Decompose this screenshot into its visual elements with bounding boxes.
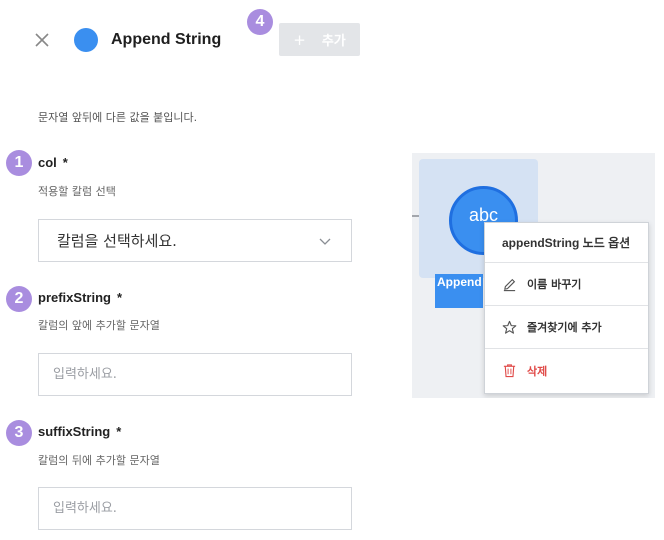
node-color-dot	[74, 28, 98, 52]
node-name-label: Append	[435, 274, 483, 308]
menu-item-favorite[interactable]: 즐겨찾기에 추가	[485, 306, 648, 349]
step-badge-2: 2	[6, 286, 32, 312]
step-badge-1: 1	[6, 150, 32, 176]
prefix-field-label: prefixString *	[38, 290, 122, 306]
col-select[interactable]: 칼럼을 선택하세요.	[38, 219, 352, 262]
add-button[interactable]: + 추가	[279, 23, 360, 56]
menu-item-rename[interactable]: 이름 바꾸기	[485, 263, 648, 306]
context-menu-title: appendString 노드 옵션	[485, 223, 648, 263]
pencil-icon	[503, 278, 516, 291]
col-field-label: col *	[38, 155, 68, 171]
close-icon[interactable]	[32, 30, 52, 50]
prefix-input[interactable]	[38, 353, 352, 396]
suffix-field-help: 칼럼의 뒤에 추가할 문자열	[38, 454, 160, 467]
menu-item-delete[interactable]: 삭제	[485, 349, 648, 392]
required-mark: *	[116, 290, 123, 305]
plus-icon: +	[293, 30, 306, 49]
chevron-down-icon	[319, 238, 331, 245]
page-title: Append String	[111, 31, 222, 48]
suffix-field-label: suffixString *	[38, 424, 121, 440]
step-badge-4: 4	[247, 9, 273, 35]
menu-item-label: 삭제	[527, 364, 548, 378]
prefix-field-help: 칼럼의 앞에 추가할 문자열	[38, 319, 160, 332]
col-field-help: 적용할 칼럼 선택	[38, 185, 116, 198]
node-context-menu: appendString 노드 옵션 이름 바꾸기 즐겨찾기에 추가 삭제	[484, 222, 649, 394]
step-badge-3: 3	[6, 420, 32, 446]
menu-item-label: 즐겨찾기에 추가	[527, 321, 602, 334]
suffix-input[interactable]	[38, 487, 352, 530]
trash-icon	[503, 364, 516, 378]
prefix-label-text: prefixString	[38, 290, 111, 305]
required-mark: *	[116, 424, 122, 439]
col-label-text: col	[38, 155, 57, 170]
star-icon	[502, 320, 517, 334]
required-mark: *	[62, 155, 68, 170]
suffix-label-text: suffixString	[38, 424, 111, 439]
menu-item-label: 이름 바꾸기	[527, 278, 582, 291]
node-preview-panel: abc Append appendString 노드 옵션 이름 바꾸기 즐겨찾…	[412, 153, 655, 398]
add-button-label: 추가	[321, 34, 346, 49]
col-select-value: 칼럼을 선택하세요.	[57, 232, 177, 250]
node-description: 문자열 앞뒤에 다른 값을 붙입니다.	[38, 111, 198, 124]
